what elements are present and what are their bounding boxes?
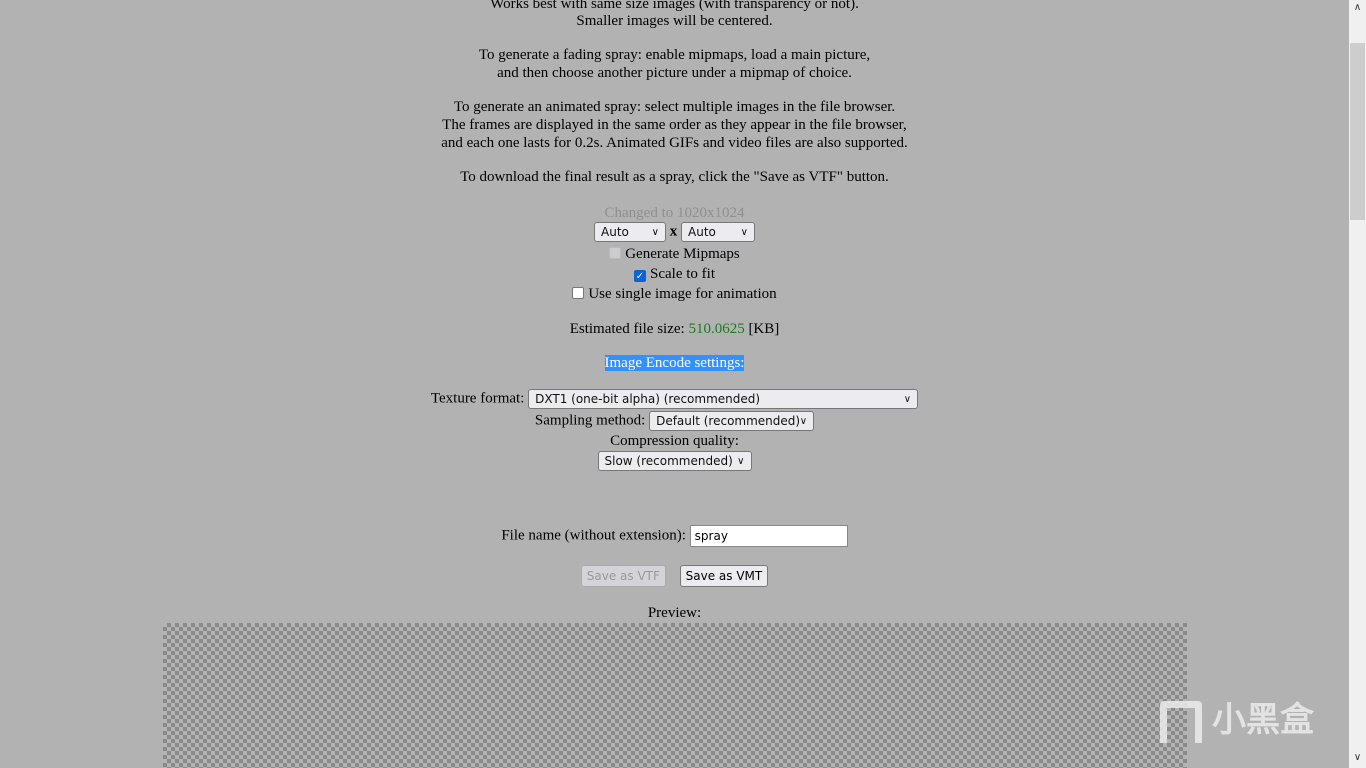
file-size-label: Estimated file size: bbox=[569, 321, 685, 337]
file-size-value: 510.0625 bbox=[688, 321, 745, 337]
scale-to-fit-option[interactable]: ✓ Scale to fit bbox=[0, 265, 1349, 283]
watermark-logo: 小黑盒 bbox=[1160, 692, 1314, 743]
instruction-text: To download the final result as a spray,… bbox=[460, 169, 889, 185]
preview-canvas bbox=[163, 623, 1187, 768]
width-select[interactable]: Auto ∨ bbox=[594, 222, 666, 242]
watermark-text: 小黑盒 bbox=[1212, 700, 1314, 740]
sampling-method-row: Sampling method: Default (recommended) ∨ bbox=[0, 411, 1349, 431]
instruction-text: and then choose another picture under a … bbox=[497, 65, 852, 81]
sampling-method-select[interactable]: Default (recommended) ∨ bbox=[649, 411, 815, 431]
vertical-scrollbar[interactable]: ∧ ∨ bbox=[1349, 0, 1366, 768]
instruction-text: Smaller images will be centered. bbox=[576, 13, 773, 29]
width-value: Auto bbox=[601, 225, 629, 239]
size-status: Changed to 1020x1024 bbox=[604, 205, 745, 221]
watermark-logo-icon bbox=[1160, 700, 1202, 743]
instruction-text: The frames are displayed in the same ord… bbox=[442, 117, 907, 133]
chevron-down-icon: ∨ bbox=[903, 394, 912, 405]
scale-to-fit-label: Scale to fit bbox=[650, 266, 715, 282]
chevron-down-icon: ∨ bbox=[799, 416, 808, 427]
single-image-option[interactable]: Use single image for animation bbox=[0, 285, 1349, 303]
save-vmt-button[interactable]: Save as VMT bbox=[679, 565, 769, 587]
scroll-down-icon[interactable]: ∨ bbox=[1349, 752, 1366, 763]
save-vtf-button[interactable]: Save as VTF bbox=[580, 565, 666, 587]
encode-settings-heading-row: Image Encode settings: bbox=[0, 354, 1349, 372]
file-name-row: File name (without extension): spray bbox=[0, 525, 1349, 547]
instruction-text: To generate a fading spray: enable mipma… bbox=[478, 47, 871, 63]
texture-format-select[interactable]: DXT1 (one-bit alpha) (recommended) ∨ bbox=[528, 389, 919, 409]
file-size-unit: [KB] bbox=[748, 321, 780, 337]
chevron-down-icon: ∨ bbox=[740, 227, 748, 238]
generate-mipmaps-label: Generate Mipmaps bbox=[625, 246, 740, 262]
compression-quality-select[interactable]: Slow (recommended) ∨ bbox=[597, 451, 752, 471]
size-separator: x bbox=[669, 223, 678, 240]
chevron-down-icon: ∨ bbox=[737, 456, 745, 467]
scroll-up-icon[interactable]: ∧ bbox=[1349, 2, 1366, 13]
generate-mipmaps-checkbox[interactable] bbox=[609, 247, 622, 259]
size-row: Auto ∨ x Auto ∨ bbox=[0, 222, 1349, 242]
sampling-method-label: Sampling method: bbox=[534, 412, 646, 429]
encode-settings-heading: Image Encode settings: bbox=[604, 355, 745, 371]
texture-format-row: Texture format: DXT1 (one-bit alpha) (re… bbox=[0, 389, 1349, 409]
chevron-down-icon: ∨ bbox=[651, 227, 659, 238]
scale-to-fit-checkbox[interactable]: ✓ bbox=[634, 270, 646, 282]
instruction-text: and each one lasts for 0.2s. Animated GI… bbox=[441, 135, 908, 151]
file-name-input[interactable]: spray bbox=[689, 525, 848, 547]
height-value: Auto bbox=[688, 225, 716, 239]
texture-format-value: DXT1 (one-bit alpha) (recommended) bbox=[535, 392, 761, 406]
save-buttons-row: Save as VTF Save as VMT bbox=[0, 565, 1349, 587]
instruction-text: To generate an animated spray: select mu… bbox=[453, 99, 896, 115]
file-name-label: File name (without extension): bbox=[501, 527, 686, 544]
height-select[interactable]: Auto ∨ bbox=[681, 222, 755, 242]
page: Works best with same size images (with t… bbox=[0, 0, 1349, 768]
estimated-file-size: Estimated file size: 510.0625 [KB] bbox=[0, 320, 1349, 338]
compression-quality-label: Compression quality: bbox=[610, 433, 739, 449]
preview-label: Preview: bbox=[647, 605, 702, 621]
single-image-checkbox[interactable] bbox=[572, 287, 585, 299]
texture-format-label: Texture format: bbox=[430, 390, 525, 407]
compression-quality-row: Slow (recommended) ∨ bbox=[0, 451, 1349, 471]
compression-quality-value: Slow (recommended) bbox=[604, 454, 733, 468]
checkmark-icon: ✓ bbox=[635, 271, 645, 282]
sampling-method-value: Default (recommended) bbox=[656, 414, 801, 428]
generate-mipmaps-option[interactable]: Generate Mipmaps bbox=[0, 245, 1349, 263]
scrollbar-thumb[interactable] bbox=[1350, 43, 1365, 220]
single-image-label: Use single image for animation bbox=[588, 286, 777, 302]
